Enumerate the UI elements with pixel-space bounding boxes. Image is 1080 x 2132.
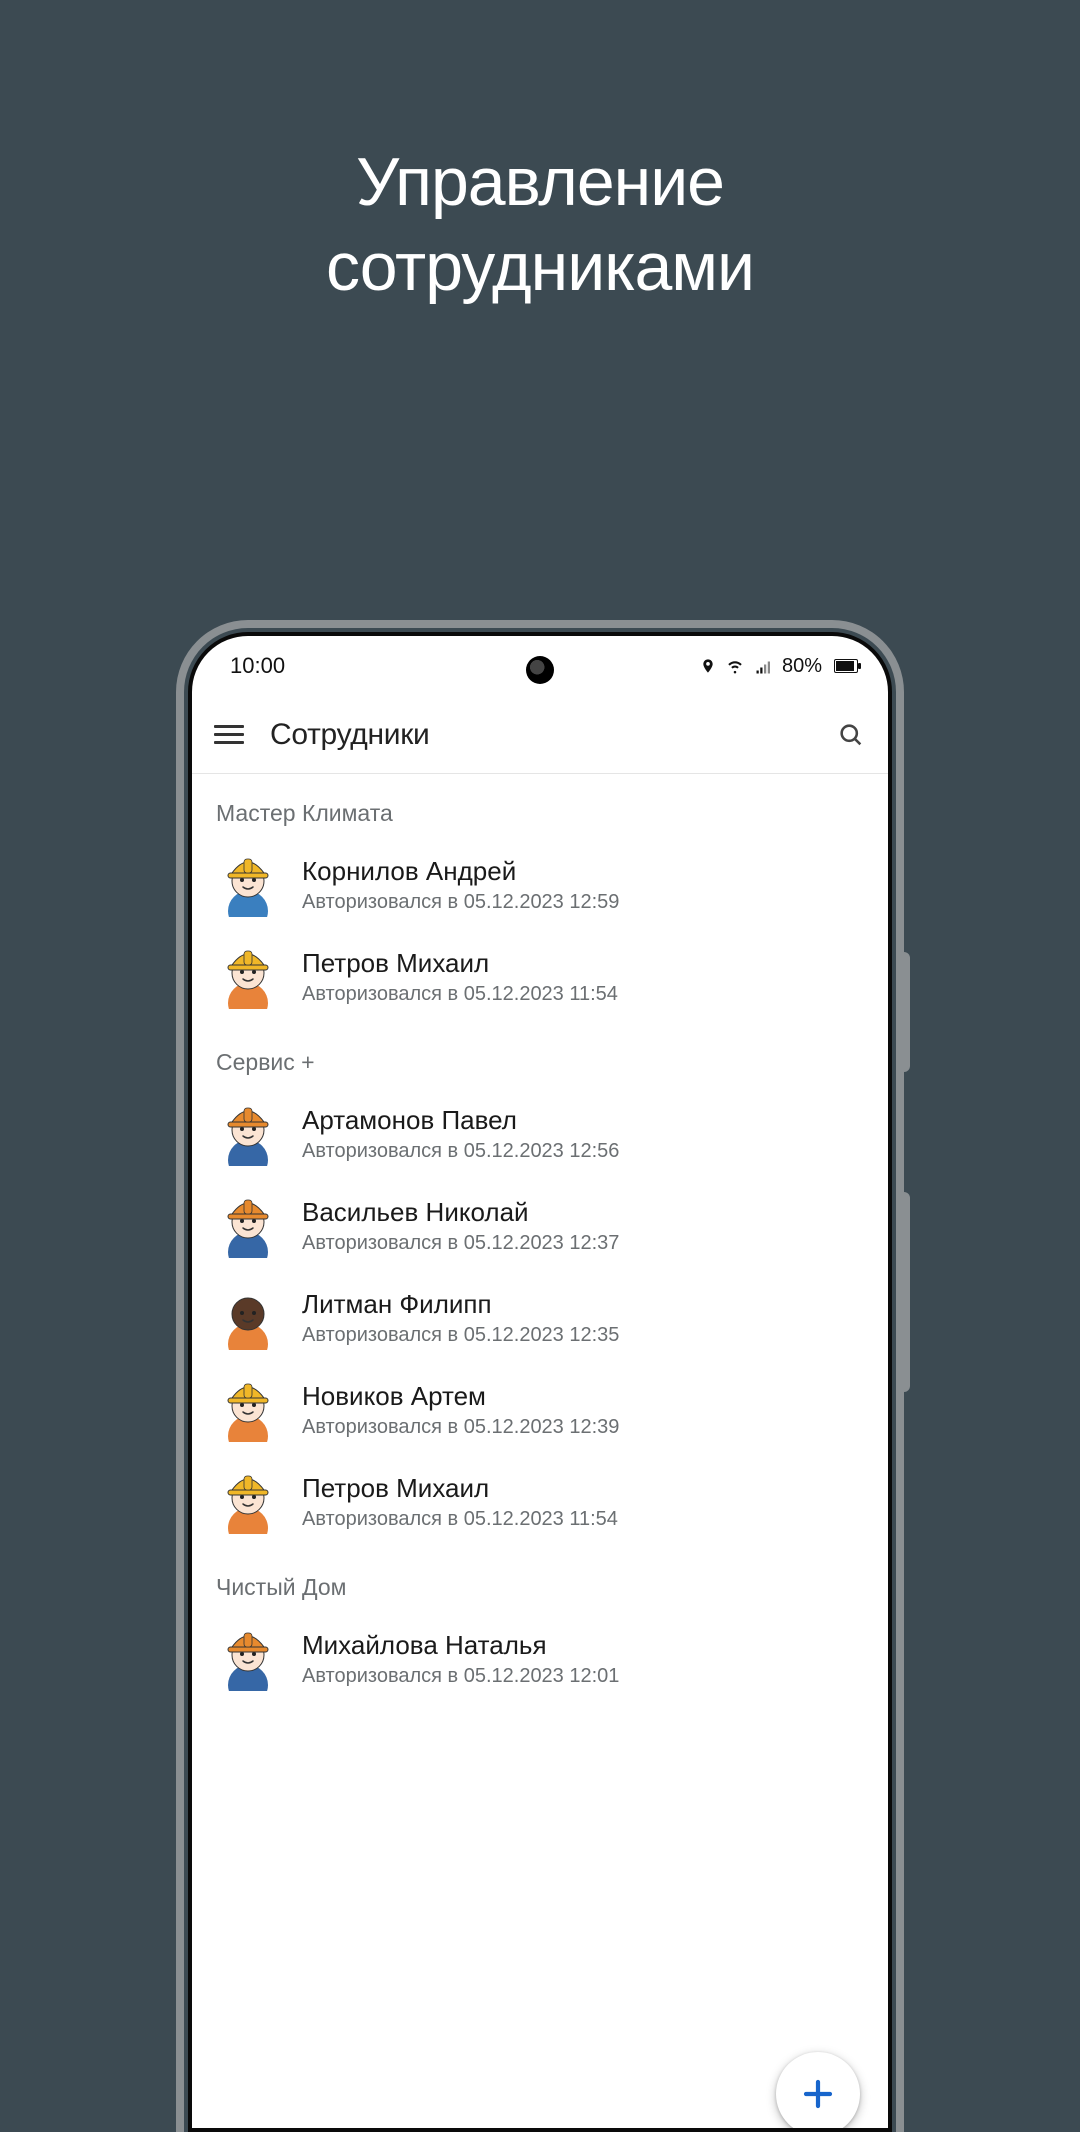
add-employee-button[interactable]: [776, 2052, 860, 2132]
avatar: [216, 1378, 280, 1442]
employee-sub: Авторизовался в 05.12.2023 12:37: [302, 1232, 619, 1255]
employee-name: Литман Филипп: [302, 1289, 619, 1320]
employee-sub: Авторизовался в 05.12.2023 12:35: [302, 1324, 619, 1347]
signal-icon: [754, 657, 774, 675]
employee-row[interactable]: Петров Михаил Авторизовался в 05.12.2023…: [192, 931, 888, 1023]
employee-sub: Авторизовался в 05.12.2023 11:54: [302, 1508, 618, 1531]
battery-text: 80%: [782, 655, 822, 678]
employee-sub: Авторизовался в 05.12.2023 12:56: [302, 1140, 619, 1163]
page-title: Сотрудники: [270, 718, 810, 752]
status-time: 10:00: [230, 653, 285, 679]
employee-row[interactable]: Михайлова Наталья Авторизовался в 05.12.…: [192, 1613, 888, 1705]
avatar: [216, 853, 280, 917]
wifi-icon: [724, 657, 746, 675]
employee-row[interactable]: Корнилов Андрей Авторизовался в 05.12.20…: [192, 839, 888, 931]
group-header: Сервис +: [192, 1023, 888, 1088]
avatar: [216, 945, 280, 1009]
employee-row[interactable]: Новиков Артем Авторизовался в 05.12.2023…: [192, 1364, 888, 1456]
promo-title: Управление сотрудниками: [0, 140, 1080, 310]
employee-sub: Авторизовался в 05.12.2023 11:54: [302, 983, 618, 1006]
menu-icon[interactable]: [214, 725, 244, 744]
employee-sub: Авторизовался в 05.12.2023 12:39: [302, 1416, 619, 1439]
avatar: [216, 1470, 280, 1534]
camera-notch: [526, 656, 554, 684]
employee-name: Васильев Николай: [302, 1197, 619, 1228]
employee-name: Корнилов Андрей: [302, 856, 619, 887]
employee-name: Артамонов Павел: [302, 1105, 619, 1136]
employee-row[interactable]: Васильев Николай Авторизовался в 05.12.2…: [192, 1180, 888, 1272]
promo-line2: сотрудниками: [326, 229, 754, 305]
avatar: [216, 1194, 280, 1258]
group-header: Мастер Климата: [192, 774, 888, 839]
promo-line1: Управление: [356, 144, 724, 220]
group-header: Чистый Дом: [192, 1548, 888, 1613]
avatar: [216, 1627, 280, 1691]
employee-row[interactable]: Артамонов Павел Авторизовался в 05.12.20…: [192, 1088, 888, 1180]
employee-name: Новиков Артем: [302, 1381, 619, 1412]
employee-list[interactable]: Мастер Климата Корнилов Андрей Авторизов…: [192, 774, 888, 2128]
avatar: [216, 1286, 280, 1350]
employee-sub: Авторизовался в 05.12.2023 12:01: [302, 1665, 619, 1688]
search-icon[interactable]: [836, 720, 866, 750]
avatar: [216, 1102, 280, 1166]
location-icon: [700, 656, 716, 676]
app-bar: Сотрудники: [192, 696, 888, 774]
employee-name: Петров Михаил: [302, 1473, 618, 1504]
employee-name: Михайлова Наталья: [302, 1630, 619, 1661]
employee-sub: Авторизовался в 05.12.2023 12:59: [302, 891, 619, 914]
phone-frame: 10:00 80% Сотрудники: [188, 632, 892, 2132]
employee-row[interactable]: Литман Филипп Авторизовался в 05.12.2023…: [192, 1272, 888, 1364]
employee-row[interactable]: Петров Михаил Авторизовался в 05.12.2023…: [192, 1456, 888, 1548]
employee-name: Петров Михаил: [302, 948, 618, 979]
battery-icon: [834, 659, 858, 673]
